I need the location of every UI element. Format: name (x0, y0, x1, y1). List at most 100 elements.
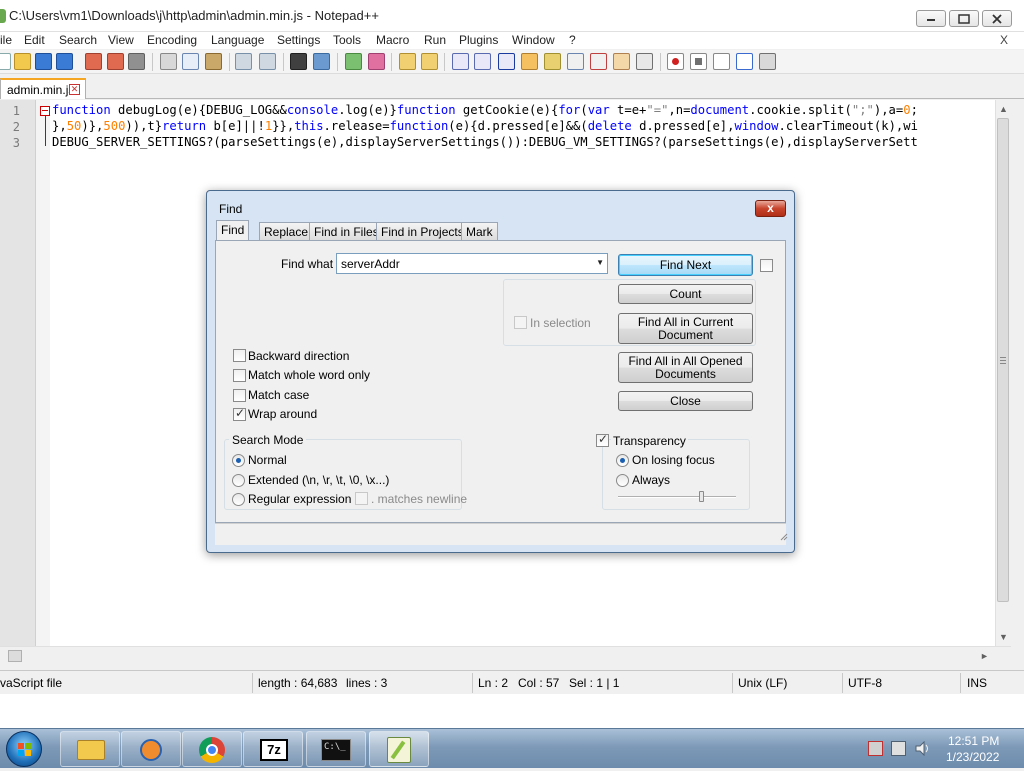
matches-newline-checkbox[interactable] (355, 492, 368, 505)
dialog-close-button[interactable]: x (755, 200, 786, 217)
tab-find[interactable]: Find (216, 220, 250, 241)
tab-mark[interactable]: Mark (461, 222, 498, 240)
find-next-option-checkbox[interactable] (760, 259, 773, 272)
menu-tools[interactable]: Tools (333, 33, 361, 47)
horizontal-scrollbar[interactable]: ► (0, 646, 1011, 668)
search-mode-normal-radio[interactable] (232, 454, 245, 467)
transparency-slider-thumb[interactable] (699, 491, 704, 502)
menu-view[interactable]: View (108, 33, 134, 47)
find-what-combobox[interactable]: ▼ (336, 253, 608, 274)
7zip-icon[interactable]: 7z (243, 731, 303, 767)
menu-plugins[interactable]: Plugins (459, 33, 498, 47)
windows-explorer-icon[interactable] (60, 731, 120, 767)
menu-help[interactable]: ? (569, 33, 576, 47)
maximize-button[interactable] (949, 10, 979, 27)
scroll-right-icon[interactable]: ► (980, 651, 989, 661)
replace-icon[interactable] (313, 53, 330, 70)
close-document-button[interactable]: X (1000, 33, 1008, 47)
cut-icon[interactable] (160, 53, 177, 70)
resize-grip-icon[interactable] (780, 530, 788, 541)
transparency-slider-track[interactable] (618, 496, 736, 498)
notepadpp-icon[interactable] (369, 731, 429, 767)
close-button[interactable]: Close (618, 391, 753, 411)
search-mode-extended-radio[interactable] (232, 474, 245, 487)
match-case-checkbox[interactable] (233, 389, 246, 402)
sync-h-icon[interactable] (421, 53, 438, 70)
tab-find-in-projects[interactable]: Find in Projects (376, 222, 469, 240)
tab-find-in-files[interactable]: Find in Files (309, 222, 384, 240)
fold-toggle-icon[interactable] (40, 106, 50, 116)
search-mode-regex-radio[interactable] (232, 493, 245, 506)
save-icon[interactable] (35, 53, 52, 70)
minimize-button[interactable] (916, 10, 946, 27)
zoom-in-icon[interactable] (345, 53, 362, 70)
find-all-in-all-opened-documents-button[interactable]: Find All in All Opened Documents (618, 352, 753, 383)
media-player-icon[interactable] (121, 731, 181, 767)
count-button[interactable]: Count (618, 284, 753, 304)
menu-file[interactable]: ile (0, 33, 12, 47)
chrome-icon[interactable] (182, 731, 242, 767)
menu-run[interactable]: Run (424, 33, 446, 47)
redo-icon[interactable] (259, 53, 276, 70)
eye-icon[interactable] (636, 53, 653, 70)
scroll-down-icon[interactable]: ▼ (999, 632, 1008, 642)
in-selection-checkbox[interactable] (514, 316, 527, 329)
volume-icon[interactable] (915, 740, 930, 757)
start-button-icon[interactable] (6, 731, 42, 767)
menu-encoding[interactable]: Encoding (147, 33, 197, 47)
document-list-icon[interactable] (567, 53, 584, 70)
menu-macro[interactable]: Macro (376, 33, 409, 47)
menu-window[interactable]: Window (512, 33, 555, 47)
save-all-icon[interactable] (56, 53, 73, 70)
backward-direction-checkbox[interactable] (233, 349, 246, 362)
menu-language[interactable]: Language (211, 33, 264, 47)
horizontal-scroll-thumb[interactable] (8, 650, 22, 662)
doc-map-icon[interactable] (521, 53, 538, 70)
tab-replace[interactable]: Replace (259, 222, 314, 240)
undo-icon[interactable] (235, 53, 252, 70)
menu-search[interactable]: Search (59, 33, 97, 47)
match-whole-word-checkbox[interactable] (233, 369, 246, 382)
close-icon[interactable] (85, 53, 102, 70)
record-macro-icon[interactable] (667, 53, 684, 70)
transparency-checkbox[interactable]: ✓ (596, 432, 609, 447)
save-macro-icon[interactable] (759, 53, 776, 70)
word-wrap-icon[interactable] (452, 53, 469, 70)
document-tab[interactable]: admin.min.js ✕ (0, 78, 86, 99)
copy-icon[interactable] (182, 53, 199, 70)
scroll-up-icon[interactable]: ▲ (999, 104, 1008, 114)
close-tab-icon[interactable]: ✕ (69, 84, 80, 95)
run-macro-multiple-icon[interactable] (736, 53, 753, 70)
open-file-icon[interactable] (14, 53, 31, 70)
folder-workspace-icon[interactable] (590, 53, 607, 70)
vertical-scroll-thumb[interactable] (997, 118, 1009, 602)
close-window-button[interactable] (982, 10, 1012, 27)
monitoring-icon[interactable] (613, 53, 630, 70)
new-file-icon[interactable] (0, 53, 11, 70)
find-what-input[interactable] (337, 254, 589, 273)
network-icon[interactable] (891, 741, 906, 756)
indent-guide-icon[interactable] (498, 53, 515, 70)
transparency-always-radio[interactable] (616, 474, 629, 487)
play-macro-icon[interactable] (713, 53, 730, 70)
print-icon[interactable] (128, 53, 145, 70)
find-icon[interactable] (290, 53, 307, 70)
dropdown-arrow-icon[interactable]: ▼ (596, 258, 604, 267)
menu-edit[interactable]: Edit (24, 33, 45, 47)
wrap-around-checkbox[interactable]: ✓ (233, 406, 246, 421)
paste-icon[interactable] (205, 53, 222, 70)
clock-date[interactable]: 1/23/2022 (946, 750, 999, 764)
find-next-button[interactable]: Find Next (618, 254, 753, 276)
transparency-on-losing-focus-radio[interactable] (616, 454, 629, 467)
zoom-out-icon[interactable] (368, 53, 385, 70)
stop-macro-icon[interactable] (690, 53, 707, 70)
show-all-chars-icon[interactable] (474, 53, 491, 70)
menu-settings[interactable]: Settings (277, 33, 320, 47)
function-list-icon[interactable] (544, 53, 561, 70)
action-center-flag-icon[interactable] (868, 741, 883, 756)
cmd-icon[interactable]: C:\_ (306, 731, 366, 767)
clock-time[interactable]: 12:51 PM (948, 734, 999, 748)
close-all-icon[interactable] (107, 53, 124, 70)
find-all-in-current-document-button[interactable]: Find All in Current Document (618, 313, 753, 344)
sync-v-icon[interactable] (399, 53, 416, 70)
